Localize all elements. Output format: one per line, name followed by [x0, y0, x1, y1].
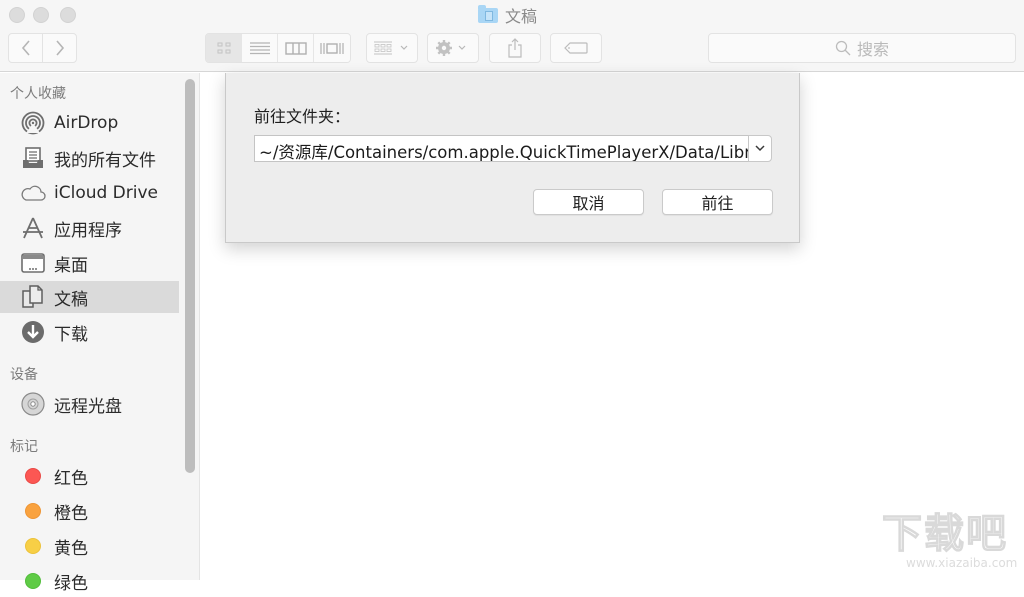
share-button[interactable]: [489, 33, 541, 63]
minimize-window-button[interactable]: [33, 7, 49, 23]
section-title-devices: 设备: [10, 367, 38, 383]
close-window-button[interactable]: [9, 7, 25, 23]
column-view-button[interactable]: [278, 34, 314, 62]
tag-icon: [564, 42, 588, 54]
documents-icon: [20, 284, 46, 310]
icon-view-button[interactable]: [206, 34, 242, 62]
orange-tag-dot-icon: [25, 503, 41, 519]
forward-button[interactable]: [42, 33, 77, 63]
view-mode-segmented-control: [205, 33, 351, 63]
sidebar-item-tag-red[interactable]: 红色: [0, 460, 179, 492]
sidebar-item-all-my-files[interactable]: 我的所有文件: [0, 142, 179, 174]
forward-chevron-icon: [55, 40, 64, 56]
cover-flow-view-button[interactable]: [314, 34, 350, 62]
arrange-button[interactable]: [366, 33, 418, 63]
cancel-button[interactable]: 取消: [533, 189, 644, 215]
back-chevron-icon: [21, 40, 30, 56]
sidebar-item-label: 我的所有文件: [54, 150, 156, 171]
gear-icon: [436, 40, 466, 56]
share-icon: [508, 38, 522, 58]
watermark-logo: 下载吧: [881, 511, 1008, 557]
sidebar-item-tag-green[interactable]: 绿色: [0, 565, 179, 597]
section-title-favorites: 个人收藏: [10, 86, 66, 102]
airdrop-icon: [20, 110, 46, 136]
watermark-url: www.xiazaiba.com: [906, 556, 1018, 570]
sidebar-item-label: 文稿: [54, 289, 88, 310]
sidebar-item-label: 桌面: [54, 255, 88, 276]
sidebar-item-label: 红色: [54, 468, 88, 489]
all-files-icon: [20, 145, 46, 171]
cloud-icon: [20, 180, 46, 206]
sidebar-item-desktop[interactable]: 桌面: [0, 247, 179, 279]
sidebar-item-downloads[interactable]: 下载: [0, 316, 179, 348]
list-view-button[interactable]: [242, 34, 278, 62]
sidebar-item-label: 绿色: [54, 573, 88, 594]
sidebar-item-label: 远程光盘: [54, 396, 122, 417]
sidebar-item-label: 橙色: [54, 503, 88, 524]
list-view-icon: [249, 41, 270, 54]
sidebar-item-documents[interactable]: 文稿: [0, 281, 179, 313]
folder-path-input[interactable]: ~/资源库/Containers/com.apple.QuickTimePlay…: [254, 135, 749, 162]
path-history-dropdown[interactable]: [748, 135, 772, 162]
sidebar-item-label: 应用程序: [54, 220, 122, 241]
back-button[interactable]: [8, 33, 43, 63]
red-tag-dot-icon: [25, 468, 41, 484]
documents-folder-icon: [478, 4, 498, 23]
search-placeholder: 搜索: [856, 40, 889, 59]
window-title: 文稿: [478, 4, 537, 26]
applications-icon: [20, 215, 46, 241]
search-icon: [835, 40, 851, 56]
icon-view-icon: [217, 42, 230, 54]
section-title-tags: 标记: [10, 439, 38, 455]
cover-flow-icon: [320, 42, 344, 54]
disc-icon: [20, 391, 46, 417]
sidebar-item-airdrop[interactable]: AirDrop: [0, 107, 179, 139]
action-button[interactable]: [427, 33, 479, 63]
finder-window: 文稿 搜索 个人收藏 AirDrop 我的所有文件 iCloud Drive 应…: [0, 0, 1024, 594]
sidebar-item-label: 黄色: [54, 538, 88, 559]
sidebar-item-icloud-drive[interactable]: iCloud Drive: [0, 177, 179, 209]
download-icon: [20, 319, 46, 345]
watermark: 下载吧 www.xiazaiba.com: [881, 511, 1018, 574]
chevron-down-icon: [755, 145, 765, 152]
go-to-folder-dialog: 前往文件夹： ~/资源库/Containers/com.apple.QuickT…: [225, 73, 800, 243]
arrange-icon: [374, 41, 408, 55]
window-title-text: 文稿: [505, 7, 538, 26]
sidebar-item-label: AirDrop: [54, 113, 119, 133]
zoom-window-button[interactable]: [60, 7, 76, 23]
go-button[interactable]: 前往: [662, 189, 773, 215]
desktop-icon: [20, 250, 46, 276]
sidebar-scrollbar[interactable]: [185, 79, 195, 473]
edit-tags-button[interactable]: [550, 33, 602, 63]
sidebar-item-tag-orange[interactable]: 橙色: [0, 495, 179, 527]
title-toolbar: 文稿 搜索: [0, 0, 1024, 72]
sidebar: 个人收藏 AirDrop 我的所有文件 iCloud Drive 应用程序 桌面…: [0, 73, 200, 594]
yellow-tag-dot-icon: [25, 538, 41, 554]
sidebar-item-label: iCloud Drive: [54, 183, 159, 203]
sidebar-item-applications[interactable]: 应用程序: [0, 212, 179, 244]
column-view-icon: [284, 41, 307, 55]
sidebar-item-label: 下载: [54, 324, 88, 345]
dialog-label: 前往文件夹：: [254, 107, 351, 126]
sidebar-item-remote-disc[interactable]: 远程光盘: [0, 388, 179, 420]
sidebar-item-tag-yellow[interactable]: 黄色: [0, 530, 179, 562]
green-tag-dot-icon: [25, 573, 41, 589]
search-field[interactable]: 搜索: [708, 33, 1016, 63]
